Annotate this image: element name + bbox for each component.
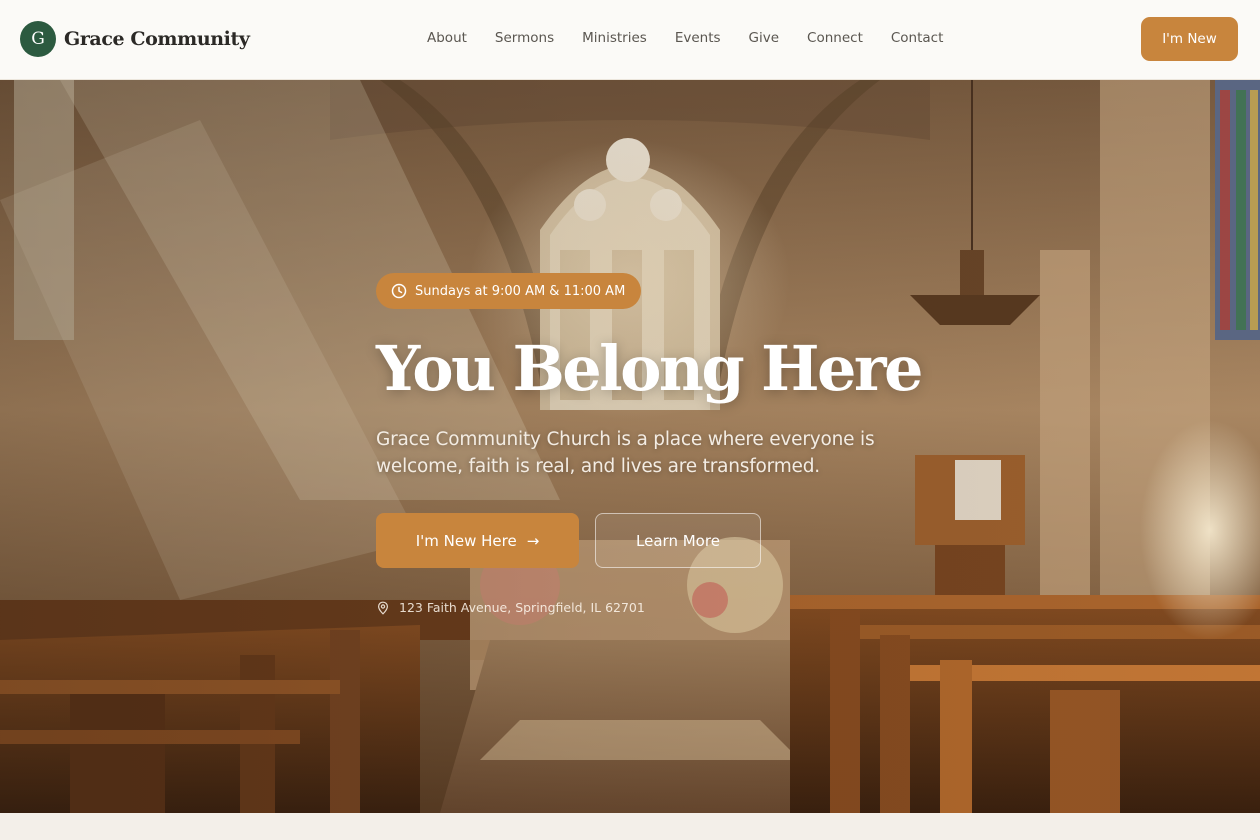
arrow-right-icon: → xyxy=(526,531,540,550)
clock-icon xyxy=(391,283,407,299)
church-address: 123 Faith Avenue, Springfield, IL 62701 xyxy=(376,600,645,615)
nav-item-events[interactable]: Events xyxy=(675,30,721,46)
im-new-button[interactable]: I'm New xyxy=(1141,17,1238,61)
nav-item-contact[interactable]: Contact xyxy=(891,30,944,46)
hero-title: You Belong Here xyxy=(376,332,923,405)
address-text: 123 Faith Avenue, Springfield, IL 62701 xyxy=(399,600,645,615)
map-pin-icon xyxy=(377,601,389,615)
nav-item-connect[interactable]: Connect xyxy=(807,30,863,46)
logo-text: Grace Community xyxy=(64,28,250,50)
nav-item-about[interactable]: About xyxy=(427,30,467,46)
logo-mark: G xyxy=(20,21,56,57)
site-header: G Grace Community About Sermons Ministri… xyxy=(0,0,1260,80)
nav-item-give[interactable]: Give xyxy=(749,30,780,46)
main-menu: About Sermons Ministries Events Give Con… xyxy=(413,30,957,46)
nav-item-ministries[interactable]: Ministries xyxy=(582,30,647,46)
hero-subtitle: Grace Community Church is a place where … xyxy=(376,429,875,477)
next-section-edge xyxy=(0,813,1260,840)
im-new-here-button[interactable]: I'm New Here → xyxy=(376,513,579,568)
service-times-badge: Sundays at 9:00 AM & 11:00 AM xyxy=(376,273,642,309)
im-new-here-label: I'm New Here xyxy=(415,531,517,550)
service-times-text: Sundays at 9:00 AM & 11:00 AM xyxy=(415,283,626,299)
nav-item-sermons[interactable]: Sermons xyxy=(495,30,554,46)
site-logo[interactable]: G Grace Community xyxy=(20,21,250,57)
learn-more-button[interactable]: Learn More xyxy=(595,513,761,568)
hero-section: Sundays at 9:00 AM & 11:00 AM You Belong… xyxy=(0,80,1260,813)
